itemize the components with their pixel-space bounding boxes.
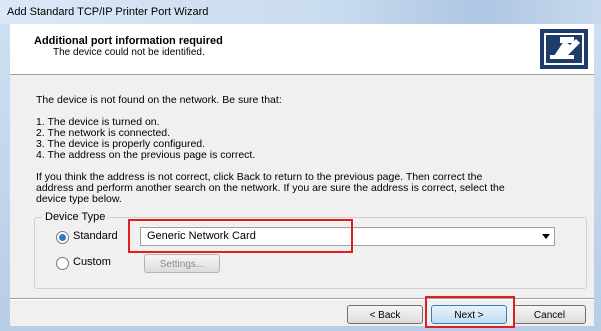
standard-radio-label[interactable]: Standard	[73, 230, 118, 242]
device-type-select[interactable]: Generic Network Card	[140, 227, 555, 246]
instructions-line: device type below.	[36, 193, 122, 205]
settings-button[interactable]: Settings...	[144, 254, 220, 273]
title-bar[interactable]: Add Standard TCP/IP Printer Port Wizard	[0, 0, 601, 24]
custom-radio-label[interactable]: Custom	[73, 256, 111, 268]
next-button[interactable]: Next >	[431, 305, 507, 324]
checklist-item: 4. The address on the previous page is c…	[36, 149, 256, 161]
device-type-legend: Device Type	[42, 211, 109, 223]
wizard-client-area: Additional port information required The…	[10, 24, 594, 328]
printer-port-icon	[540, 29, 588, 69]
wizard-header: Additional port information required The…	[10, 24, 594, 75]
header-title: Additional port information required	[34, 35, 223, 47]
button-separator-highlight	[10, 299, 594, 300]
wizard-window: Add Standard TCP/IP Printer Port Wizard …	[0, 0, 601, 331]
back-button[interactable]: < Back	[347, 305, 423, 324]
device-type-select-value: Generic Network Card	[147, 230, 256, 242]
header-subtitle: The device could not be identified.	[53, 47, 205, 58]
intro-text: The device is not found on the network. …	[36, 94, 282, 106]
standard-radio[interactable]	[56, 231, 69, 244]
custom-radio[interactable]	[56, 257, 69, 270]
cancel-button[interactable]: Cancel	[513, 305, 586, 324]
window-title: Add Standard TCP/IP Printer Port Wizard	[7, 6, 209, 18]
chevron-down-icon[interactable]	[542, 234, 550, 239]
